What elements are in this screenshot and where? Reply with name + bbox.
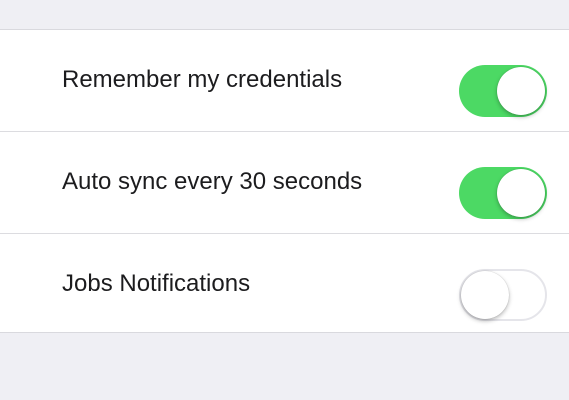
top-spacer [0,0,569,30]
toggle-knob [461,271,509,319]
settings-screen: Remember my credentials Auto sync every … [0,0,569,400]
remember-credentials-toggle[interactable] [459,65,547,117]
bottom-spacer [0,333,569,400]
setting-label: Jobs Notifications [62,270,251,297]
setting-row-jobs-notifications: Jobs Notifications [0,234,569,334]
settings-group: Remember my credentials Auto sync every … [0,30,569,333]
setting-label: Auto sync every 30 seconds [62,168,363,195]
setting-row-auto-sync: Auto sync every 30 seconds [0,132,569,232]
setting-label: Remember my credentials [62,66,343,93]
jobs-notifications-toggle[interactable] [459,269,547,321]
toggle-knob [497,67,545,115]
setting-row-remember-credentials: Remember my credentials [0,30,569,130]
auto-sync-toggle[interactable] [459,167,547,219]
toggle-knob [497,169,545,217]
